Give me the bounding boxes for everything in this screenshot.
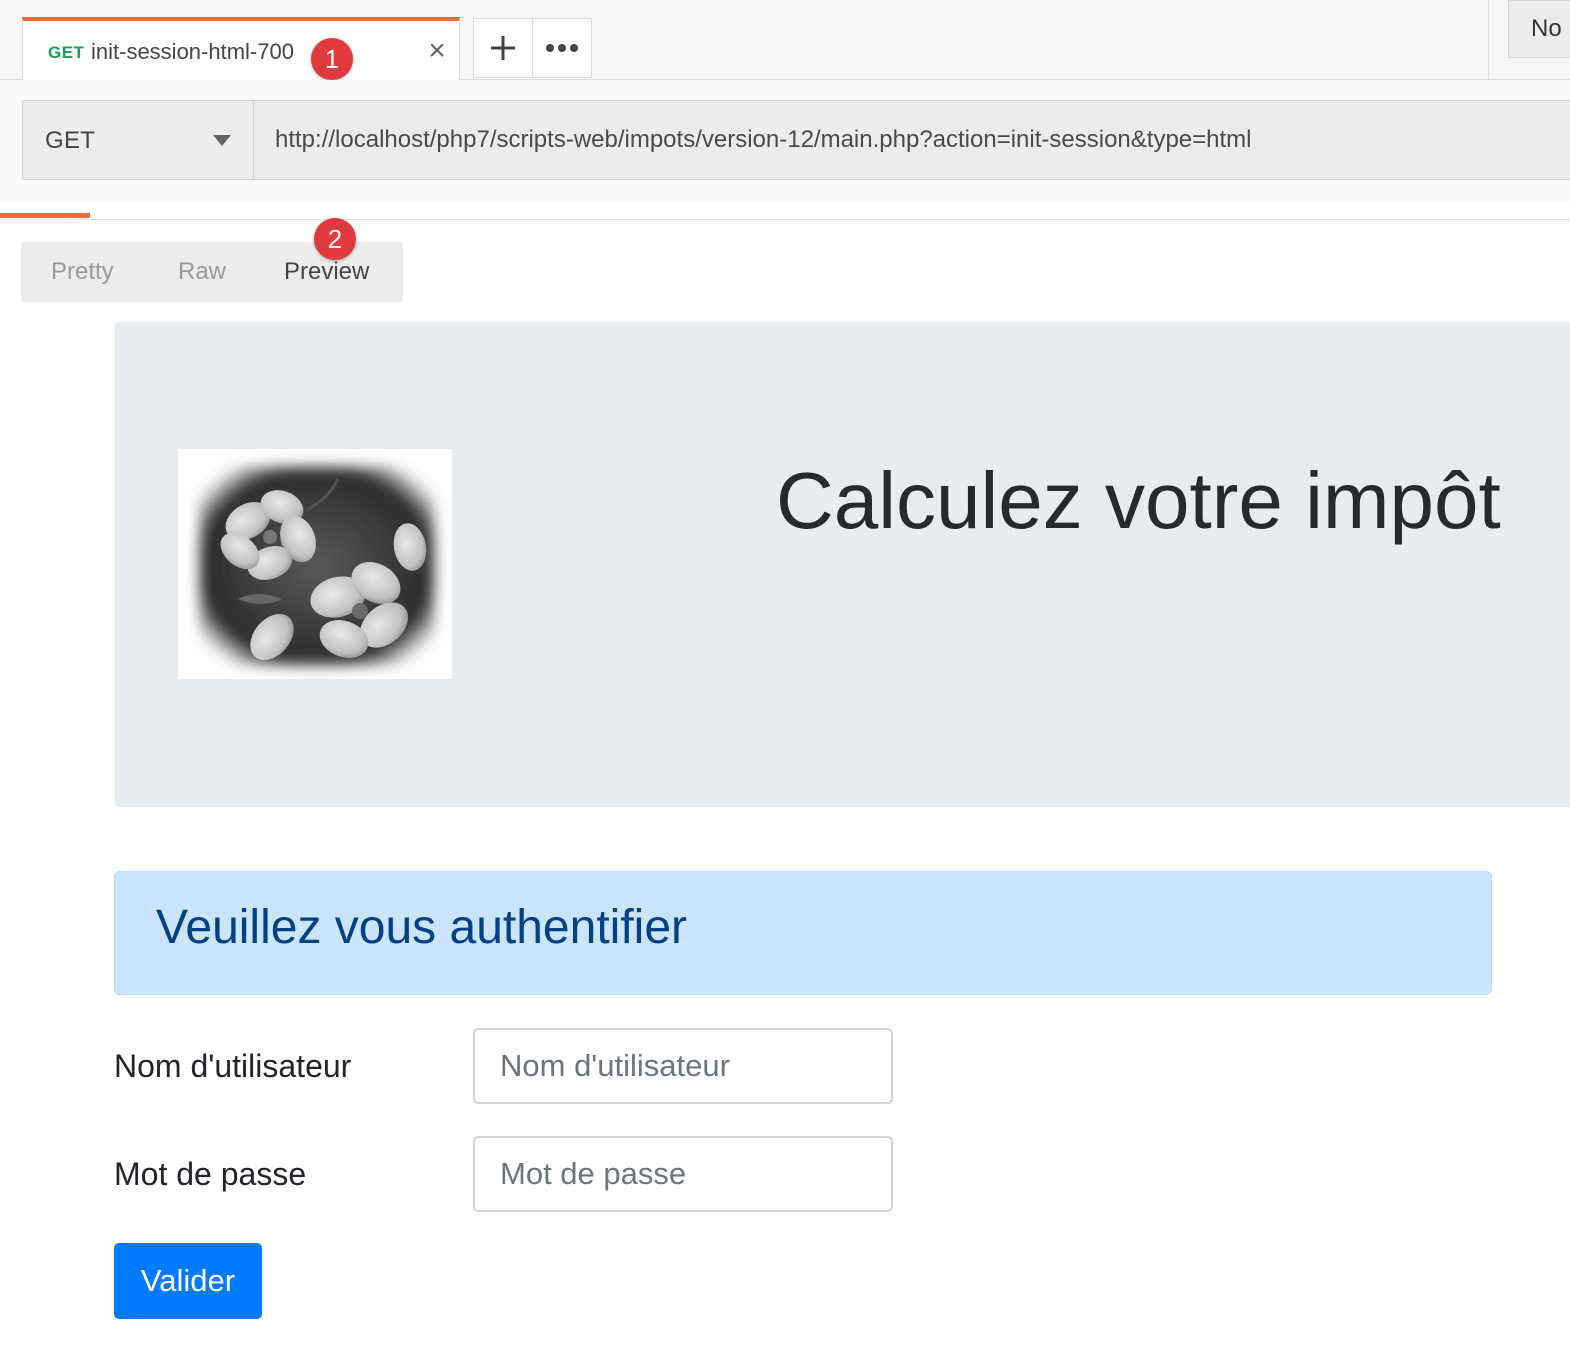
request-tab-init-session[interactable]: GET init-session-html-700 × [22,17,460,81]
method-select[interactable]: GET [22,100,254,180]
response-active-indicator [0,213,90,218]
more-tabs-button[interactable] [532,18,592,78]
tab-strip-divider [1488,0,1489,80]
view-mode-preview[interactable]: Preview [284,258,369,286]
close-icon[interactable]: × [423,36,451,66]
page-title: Calculez votre impôt [776,456,1501,545]
plus-icon [491,36,515,60]
environment-selector[interactable]: No [1508,0,1570,58]
submit-button[interactable]: Valider [114,1243,262,1319]
view-mode-raw[interactable]: Raw [178,258,226,286]
view-mode-pretty[interactable]: Pretty [51,258,114,286]
new-tab-button[interactable] [473,18,533,78]
alert-message: Veuillez vous authentifier [156,901,687,954]
chevron-down-icon [213,135,231,146]
annotation-badge-2: 2 [314,218,356,260]
auth-alert: Veuillez vous authentifier [114,871,1492,995]
password-label: Mot de passe [114,1156,307,1192]
tab-method-badge: GET [48,43,85,62]
flower-photo [178,449,452,679]
password-input[interactable] [473,1136,893,1212]
username-input[interactable] [473,1028,893,1104]
flower-image [178,449,452,679]
annotation-badge-1: 1 [311,38,353,80]
response-divider [0,219,1570,220]
method-select-value: GET [45,127,96,154]
url-input[interactable] [253,100,1570,180]
username-label: Nom d'utilisateur [114,1048,352,1084]
tab-title: init-session-html-700 [91,39,294,64]
more-horizontal-icon [546,44,578,52]
